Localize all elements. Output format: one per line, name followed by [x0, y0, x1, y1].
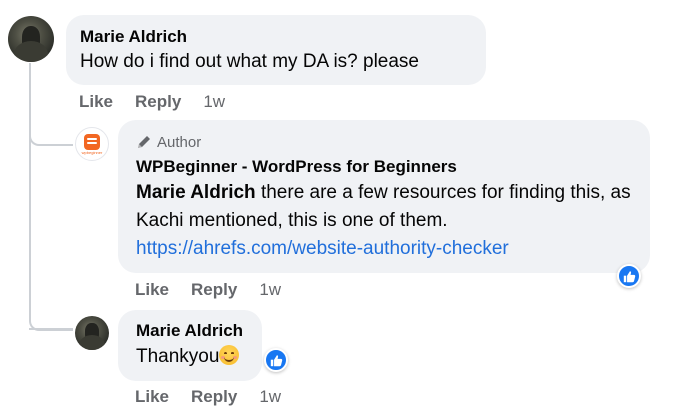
reply-link-line: https://ahrefs.com/website-authority-che…	[136, 235, 634, 263]
reply-text: Marie Aldrich there are a few resources …	[136, 179, 636, 235]
smiling-face-emoji	[219, 345, 240, 365]
like-reaction-icon[interactable]	[617, 264, 641, 288]
comment-bubble: Marie Aldrich How do i find out what my …	[66, 15, 486, 85]
pencil-icon	[138, 136, 150, 148]
reply2-timestamp[interactable]: 1w	[259, 387, 281, 407]
author-badge: Author	[136, 132, 634, 152]
reply-bubble: Marie Aldrich Thankyou	[118, 310, 262, 381]
thread-line	[29, 63, 31, 286]
comment-text: How do i find out what my DA is? please	[80, 51, 420, 72]
like-button[interactable]: Like	[135, 280, 169, 300]
comment-author-name[interactable]: Marie Aldrich	[80, 27, 472, 47]
reply2-actions: Like Reply 1w	[135, 387, 281, 407]
avatar-wpbeginner[interactable]: wpbeginner	[75, 127, 109, 161]
mention-tag[interactable]: Marie Aldrich	[136, 182, 256, 203]
reply1-actions: Like Reply 1w	[135, 280, 281, 300]
like-button[interactable]: Like	[79, 92, 113, 112]
reply2-text-line: Thankyou	[136, 343, 246, 371]
avatar-marie-aldrich-small[interactable]	[75, 316, 109, 350]
reply-button[interactable]: Reply	[191, 280, 237, 300]
wpbeginner-logo-caption: wpbeginner	[81, 149, 103, 155]
thread-branch-reply2-curve	[29, 286, 73, 331]
reply1-timestamp[interactable]: 1w	[259, 280, 281, 300]
ahrefs-link[interactable]: https://ahrefs.com/website-authority-che…	[136, 238, 509, 259]
avatar-marie-aldrich[interactable]	[8, 16, 54, 62]
reply-author-name[interactable]: WPBeginner - WordPress for Beginners	[136, 157, 634, 177]
reply-button[interactable]: Reply	[135, 92, 181, 112]
author-badge-label: Author	[157, 133, 202, 151]
reply2-author-name[interactable]: Marie Aldrich	[136, 321, 246, 341]
like-reaction-icon[interactable]	[264, 348, 288, 372]
reply2-text: Thankyou	[136, 346, 220, 367]
comment-actions: Like Reply 1w	[79, 92, 225, 112]
like-button[interactable]: Like	[135, 387, 169, 407]
thread-branch-reply1	[29, 125, 73, 146]
reply-button[interactable]: Reply	[191, 387, 237, 407]
reply-bubble-author: Author WPBeginner - WordPress for Beginn…	[118, 120, 650, 273]
comment-timestamp[interactable]: 1w	[203, 92, 225, 112]
wpbeginner-logo-icon	[84, 133, 100, 150]
